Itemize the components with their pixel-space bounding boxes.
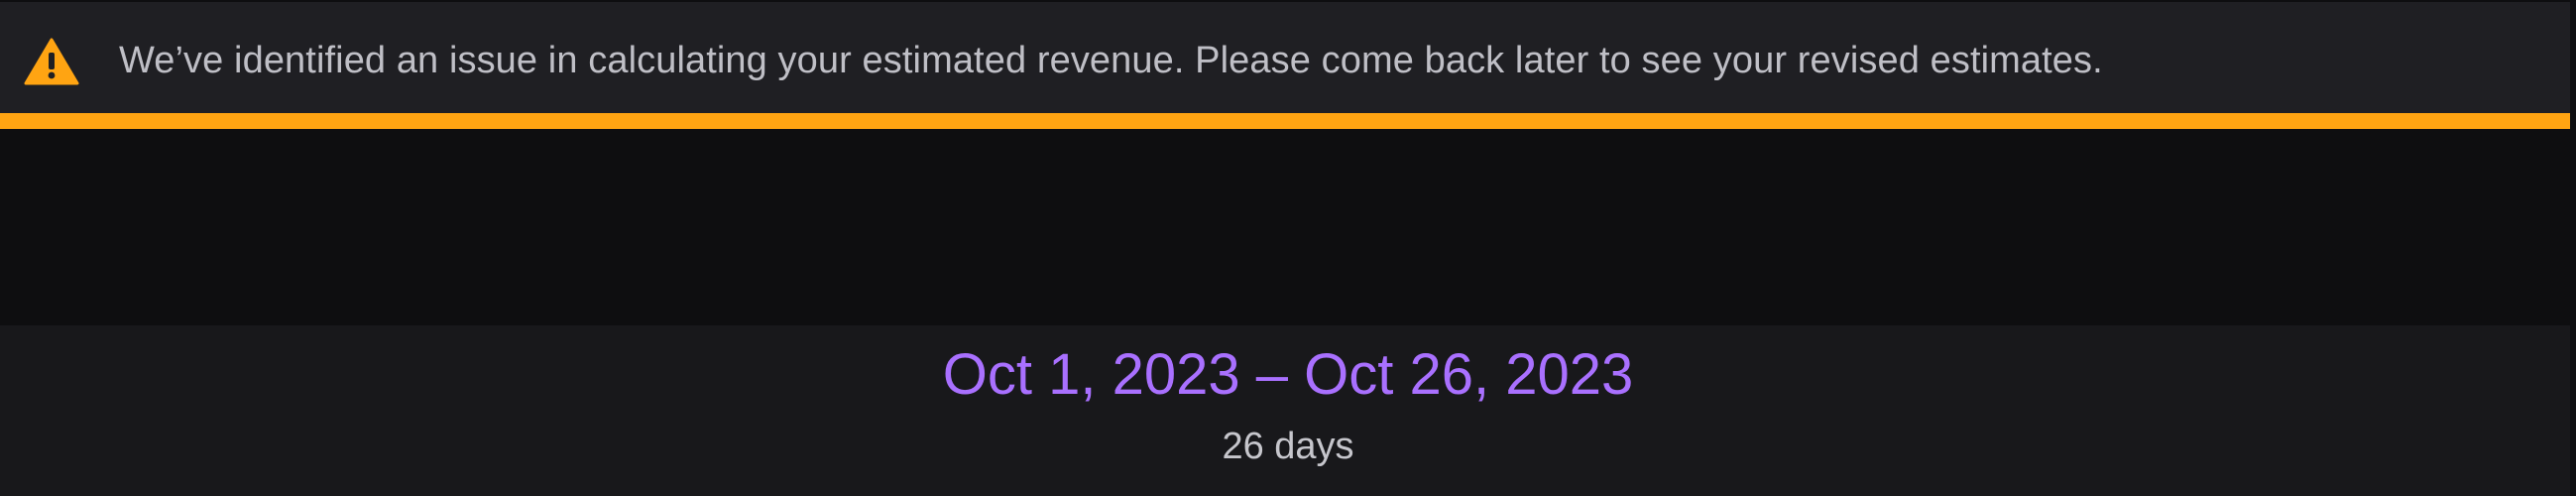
warning-icon xyxy=(24,38,79,85)
warning-banner: We’ve identified an issue in calculating… xyxy=(0,0,2576,129)
empty-area xyxy=(0,129,2576,325)
right-edge-divider xyxy=(2570,0,2576,496)
day-count: 26 days xyxy=(1222,426,1354,467)
revenue-page: We’ve identified an issue in calculating… xyxy=(0,0,2576,496)
warning-message: We’ve identified an issue in calculating… xyxy=(119,40,2103,81)
date-range-label[interactable]: Oct 1, 2023 – Oct 26, 2023 xyxy=(0,339,2576,411)
date-range-panel: Oct 1, 2023 – Oct 26, 2023 26 days xyxy=(0,325,2576,496)
